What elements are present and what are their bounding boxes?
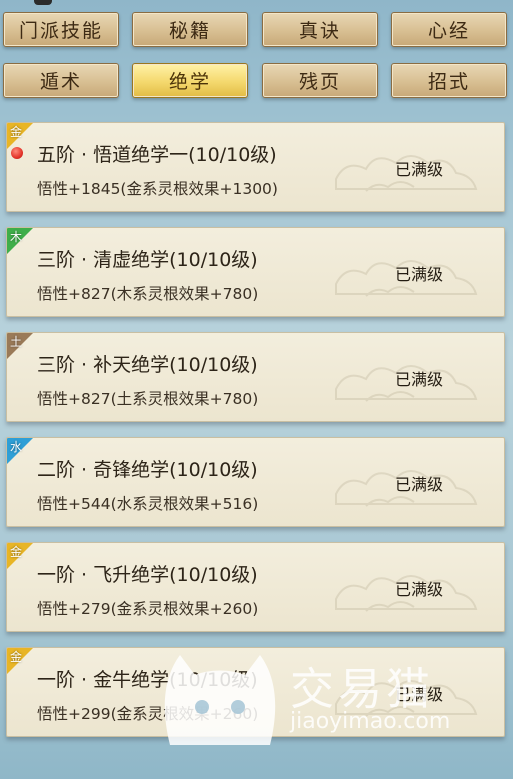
skill-stat: 悟性+279(金系灵根效果+260) [37,600,259,618]
tab-heart-sutra[interactable]: 心经 [391,12,507,47]
element-label: 水 [10,440,23,454]
skill-status: 已满级 [395,370,444,389]
skill-title: 二阶 · 奇锋绝学(10/10级) [37,459,258,481]
skill-card[interactable]: 水二阶 · 奇锋绝学(10/10级) 悟性+544(水系灵根效果+516) 已满级 [6,437,505,527]
tab-label: 招式 [427,71,470,93]
element-label: 木 [10,230,23,244]
element-label: 土 [10,335,23,349]
skill-card[interactable]: 金五阶 · 悟道绝学一(10/10级) 悟性+1845(金系灵根效果+1300) 已… [6,122,505,212]
skill-status: 已满级 [395,160,444,179]
tab-label: 心经 [427,20,470,42]
skill-stat: 悟性+299(金系灵根效果+260) [37,705,259,723]
skill-title: 三阶 · 清虚绝学(10/10级) [37,249,258,271]
element-badge: 土 [7,333,37,363]
skill-stat: 悟性+827(木系灵根效果+780) [37,285,259,303]
tab-fragments[interactable]: 残页 [262,63,378,98]
tab-label: 绝学 [168,71,211,93]
tab-ultimate-arts[interactable]: 绝学 [132,63,248,98]
notification-dot-icon [11,147,23,159]
tab-escape-arts[interactable]: 遁术 [3,63,119,98]
element-label: 金 [10,650,23,664]
element-badge: 金 [7,648,37,678]
tab-secret-manual[interactable]: 秘籍 [132,12,248,47]
element-badge: 水 [7,438,37,468]
element-label: 金 [10,545,23,559]
skill-title: 一阶 · 金牛绝学(10/10级) [37,669,258,691]
skill-card[interactable]: 金一阶 · 飞升绝学(10/10级) 悟性+279(金系灵根效果+260) 已满级 [6,542,505,632]
element-badge: 木 [7,228,37,258]
skill-title: 一阶 · 飞升绝学(10/10级) [37,564,258,586]
skill-status: 已满级 [395,475,444,494]
skill-status: 已满级 [395,685,444,704]
element-badge: 金 [7,543,37,573]
tab-label: 秘籍 [168,20,211,42]
tab-sect-skills[interactable]: 门派技能 [3,12,119,47]
tab-moves[interactable]: 招式 [391,63,507,98]
skill-stat: 悟性+1845(金系灵根效果+1300) [37,180,278,198]
tab-label: 门派技能 [18,20,103,42]
tab-label: 遁术 [39,71,82,93]
tab-label: 真诀 [298,20,341,42]
skill-title: 三阶 · 补天绝学(10/10级) [37,354,258,376]
element-label: 金 [10,125,23,139]
skill-stat: 悟性+544(水系灵根效果+516) [37,495,259,513]
tab-true-formula[interactable]: 真诀 [262,12,378,47]
category-tab-bar: 门派技能 秘籍 真诀 心经 遁术 绝学 残页 招式 [0,0,513,118]
skill-stat: 悟性+827(土系灵根效果+780) [37,390,259,408]
skill-card[interactable]: 金一阶 · 金牛绝学(10/10级) 悟性+299(金系灵根效果+260) 已满级 [6,647,505,737]
tab-label: 残页 [298,71,341,93]
skill-status: 已满级 [395,265,444,284]
skill-card[interactable]: 土三阶 · 补天绝学(10/10级) 悟性+827(土系灵根效果+780) 已满级 [6,332,505,422]
skill-card[interactable]: 木三阶 · 清虚绝学(10/10级) 悟性+827(木系灵根效果+780) 已满级 [6,227,505,317]
skill-title: 五阶 · 悟道绝学一(10/10级) [37,144,277,166]
skill-status: 已满级 [395,580,444,599]
